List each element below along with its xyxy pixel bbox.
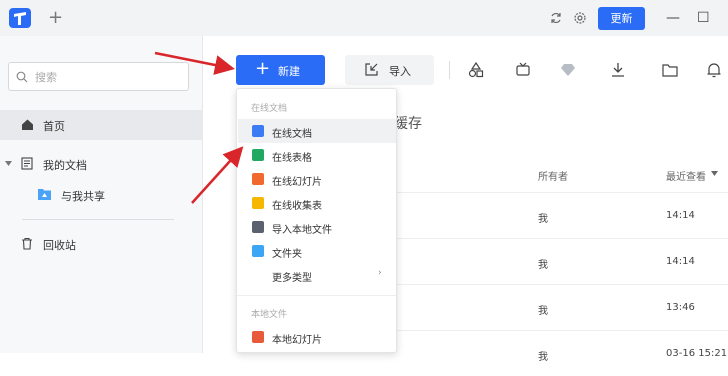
diamond-icon[interactable] (560, 62, 576, 78)
menu-item-import-local[interactable]: 导入本地文件 (238, 215, 396, 239)
home-icon (22, 119, 33, 130)
menu-item-label: 在线文档 (272, 129, 312, 140)
folder-icon[interactable] (662, 62, 678, 78)
folder-icon (252, 245, 264, 257)
row-owner: 我 (538, 214, 548, 225)
import-button-label: 导入 (389, 65, 411, 78)
shared-folder-icon (38, 189, 51, 200)
menu-item-more-types[interactable]: 更多类型 › (238, 263, 396, 287)
search-placeholder: 搜索 (35, 71, 57, 84)
new-button-label: 新建 (278, 65, 300, 78)
trash-icon (22, 237, 32, 250)
bell-icon[interactable] (706, 62, 722, 78)
search-icon (16, 71, 28, 83)
slides-icon (252, 173, 264, 185)
row-time: 13:46 (666, 302, 695, 313)
sidebar-item-my-documents[interactable]: 我的文档 (0, 149, 203, 179)
row-time: 14:14 (666, 256, 695, 267)
menu-item-online-sheet[interactable]: 在线表格 (238, 143, 396, 167)
table-row[interactable]: 我 03-16 15:21 (390, 330, 728, 376)
menu-item-local-slides[interactable]: 本地幻灯片 (238, 325, 396, 349)
menu-item-label: 在线幻灯片 (272, 177, 322, 188)
menu-item-online-slides[interactable]: 在线幻灯片 (238, 167, 396, 191)
menu-group-local: 本地文件 (251, 310, 288, 320)
doc-icon (252, 125, 264, 137)
sidebar-item-shared-with-me[interactable]: 与我共享 (0, 180, 203, 210)
search-input[interactable]: 搜索 (8, 62, 189, 91)
column-header-recent[interactable]: 最近查看 (666, 168, 706, 183)
slides-icon (252, 331, 264, 343)
import-button[interactable]: 导入 (345, 55, 434, 85)
menu-item-label: 导入本地文件 (272, 225, 332, 236)
sidebar-item-label: 与我共享 (61, 190, 105, 203)
menu-item-folder[interactable]: 文件夹 (238, 239, 396, 263)
row-owner: 我 (538, 260, 548, 271)
menu-item-online-doc[interactable]: 在线文档 (238, 119, 396, 143)
plus-icon: + (255, 58, 271, 79)
toolbar-divider (449, 61, 450, 79)
form-icon (252, 197, 264, 209)
sidebar-divider (22, 219, 174, 220)
tv-icon[interactable] (515, 62, 531, 78)
column-header-owner[interactable]: 所有者 (538, 168, 568, 183)
sidebar-item-label: 首页 (43, 120, 65, 133)
shapes-icon[interactable] (468, 62, 484, 78)
section-title: 缓存 (394, 116, 422, 132)
sync-icon[interactable] (549, 11, 563, 25)
menu-item-label: 在线表格 (272, 153, 312, 164)
menu-group-online: 在线文档 (251, 104, 288, 114)
row-owner: 我 (538, 306, 548, 317)
new-button[interactable]: + 新建 (236, 55, 325, 85)
table-row[interactable]: 我 14:14 (390, 192, 728, 238)
sidebar-item-label: 回收站 (43, 239, 76, 252)
sort-caret-icon[interactable] (711, 171, 718, 177)
menu-item-label: 文件夹 (272, 249, 302, 260)
new-tab-button[interactable]: + (48, 8, 63, 28)
maximize-button[interactable]: ☐ (697, 8, 710, 28)
menu-divider (237, 295, 396, 296)
sidebar: 搜索 首页 我的文档 与我共享 回收站 (0, 36, 203, 353)
document-icon (21, 157, 33, 170)
row-time: 14:14 (666, 210, 695, 221)
chevron-right-icon: › (378, 268, 382, 278)
minimize-button[interactable]: — (666, 8, 680, 28)
import-icon (365, 63, 378, 76)
table-row[interactable]: 我 14:14 (390, 238, 728, 284)
sidebar-item-home[interactable]: 首页 (0, 110, 203, 140)
caret-down-icon[interactable] (5, 160, 12, 167)
download-icon[interactable] (610, 62, 626, 78)
menu-item-label: 更多类型 (272, 273, 312, 284)
settings-icon[interactable] (573, 11, 587, 25)
sheet-icon (252, 149, 264, 161)
update-button[interactable]: 更新 (598, 7, 645, 30)
menu-item-label: 在线收集表 (272, 201, 322, 212)
app-logo-icon[interactable] (8, 6, 32, 30)
menu-item-online-form[interactable]: 在线收集表 (238, 191, 396, 215)
upload-file-icon (252, 221, 264, 233)
menu-item-label: 本地幻灯片 (272, 335, 322, 346)
new-dropdown-menu: 在线文档 在线文档 在线表格 在线幻灯片 在线收集表 导入本地文件 文件夹 更多… (236, 88, 397, 353)
sidebar-item-label: 我的文档 (43, 159, 87, 172)
table-row[interactable]: 我 13:46 (390, 284, 728, 330)
sidebar-item-recycle-bin[interactable]: 回收站 (0, 229, 203, 259)
row-time: 03-16 15:21 (666, 348, 728, 359)
title-bar: + 更新 — ☐ (0, 0, 728, 36)
row-owner: 我 (538, 352, 548, 363)
